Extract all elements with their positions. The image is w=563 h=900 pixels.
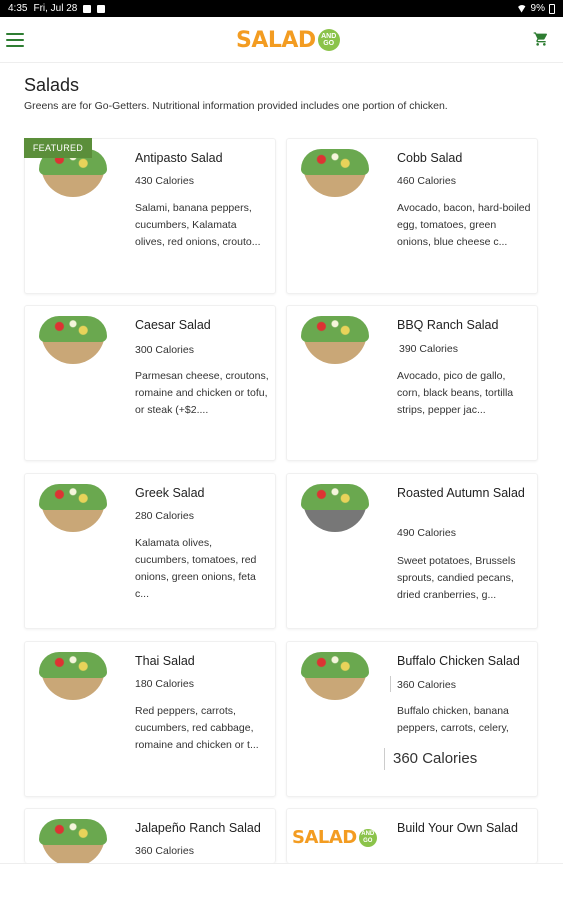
item-description: Salami, banana peppers, cucumbers, Kalam… <box>135 202 261 248</box>
page-title: Salads <box>24 75 80 95</box>
logo-text: SALAD <box>236 27 316 53</box>
item-name: Caesar Salad <box>135 318 211 332</box>
shopping-cart-icon[interactable] <box>533 31 549 47</box>
item-name: Roasted Autumn Salad <box>397 486 525 500</box>
item-calories: 180 Calories <box>135 678 194 690</box>
logo-badge: AND GO <box>358 828 377 847</box>
wifi-icon <box>516 4 527 13</box>
brand-logo[interactable]: SALAD AND GO <box>236 25 340 55</box>
item-calories: 360 Calories <box>135 845 194 857</box>
item-calories: 360 Calories <box>397 679 456 691</box>
item-name: Cobb Salad <box>397 151 463 165</box>
salad-image <box>301 482 369 534</box>
item-name: Greek Salad <box>135 486 205 500</box>
menu-item-card[interactable]: Buffalo Chicken Salad 360 Calories Buffa… <box>286 641 538 797</box>
battery-icon <box>549 3 555 14</box>
item-calories: 430 Calories <box>135 175 194 187</box>
item-description: Avocado, pico de gallo, corn, black bean… <box>397 370 514 416</box>
item-name: Build Your Own Salad <box>397 821 518 835</box>
item-description: Sweet potatoes, Brussels sprouts, candie… <box>397 555 516 601</box>
item-description: Buffalo chicken, banana peppers, carrots… <box>397 705 509 734</box>
menu-item-card[interactable]: Thai Salad 180 Calories Red peppers, car… <box>24 641 276 797</box>
item-calories: 280 Calories <box>135 510 194 522</box>
status-bar: 4:35 Fri, Jul 28 9% <box>0 0 563 17</box>
page-description: Greens are for Go-Getters. Nutritional i… <box>24 100 448 112</box>
logo-text: SALAD <box>292 827 357 848</box>
item-name: Antipasto Salad <box>135 151 223 165</box>
item-description: Avocado, bacon, hard-boiled egg, tomatoe… <box>397 202 531 248</box>
item-name: BBQ Ranch Salad <box>397 318 499 332</box>
status-time: 4:35 <box>8 3 28 14</box>
build-your-own-logo: SALAD AND GO <box>292 827 377 848</box>
menu-item-card[interactable]: Caesar Salad 300 Calories Parmesan chees… <box>24 305 276 461</box>
menu-item-card[interactable]: SALAD AND GO Build Your Own Salad <box>286 808 538 863</box>
menu-item-card[interactable]: Roasted Autumn Salad 490 Calories Sweet … <box>286 473 538 629</box>
calories-tooltip: 360 Calories <box>384 748 477 770</box>
menu-item-card[interactable]: Jalapeño Ranch Salad 360 Calories <box>24 808 276 867</box>
menu-item-card[interactable]: Antipasto Salad 430 Calories Salami, ban… <box>24 138 276 294</box>
salad-image <box>39 314 107 366</box>
item-name: Buffalo Chicken Salad <box>397 654 520 668</box>
item-name: Jalapeño Ranch Salad <box>135 821 261 835</box>
sd-card-icon <box>97 4 106 13</box>
item-calories: 390 Calories <box>399 343 458 355</box>
menu-item-card[interactable]: BBQ Ranch Salad 390 Calories Avocado, pi… <box>286 305 538 461</box>
logo-badge: AND GO <box>317 29 340 51</box>
salad-image <box>39 482 107 534</box>
featured-badge: FEATURED <box>24 138 92 158</box>
bottom-area <box>0 863 563 900</box>
item-description: Red peppers, carrots, cucumbers, red cab… <box>135 705 259 751</box>
menu-icon[interactable] <box>6 29 24 51</box>
item-calories: 300 Calories <box>135 344 194 356</box>
status-date: Fri, Jul 28 <box>33 3 78 14</box>
image-notification-icon <box>83 4 92 13</box>
battery-percent: 9% <box>530 3 545 14</box>
menu-item-card[interactable]: Cobb Salad 460 Calories Avocado, bacon, … <box>286 138 538 294</box>
salad-image <box>39 817 107 869</box>
item-calories: 460 Calories <box>397 175 456 187</box>
salad-image <box>301 650 369 702</box>
item-description: Kalamata olives, cucumbers, tomatoes, re… <box>135 537 257 600</box>
menu-item-card[interactable]: Greek Salad 280 Calories Kalamata olives… <box>24 473 276 629</box>
salad-image <box>301 314 369 366</box>
app-header: SALAD AND GO <box>0 17 563 63</box>
item-description: Parmesan cheese, croutons, romaine and c… <box>135 370 269 416</box>
salad-image <box>39 650 107 702</box>
item-name: Thai Salad <box>135 654 195 668</box>
salad-image <box>301 147 369 199</box>
item-calories: 490 Calories <box>397 527 456 539</box>
divider <box>390 676 391 692</box>
